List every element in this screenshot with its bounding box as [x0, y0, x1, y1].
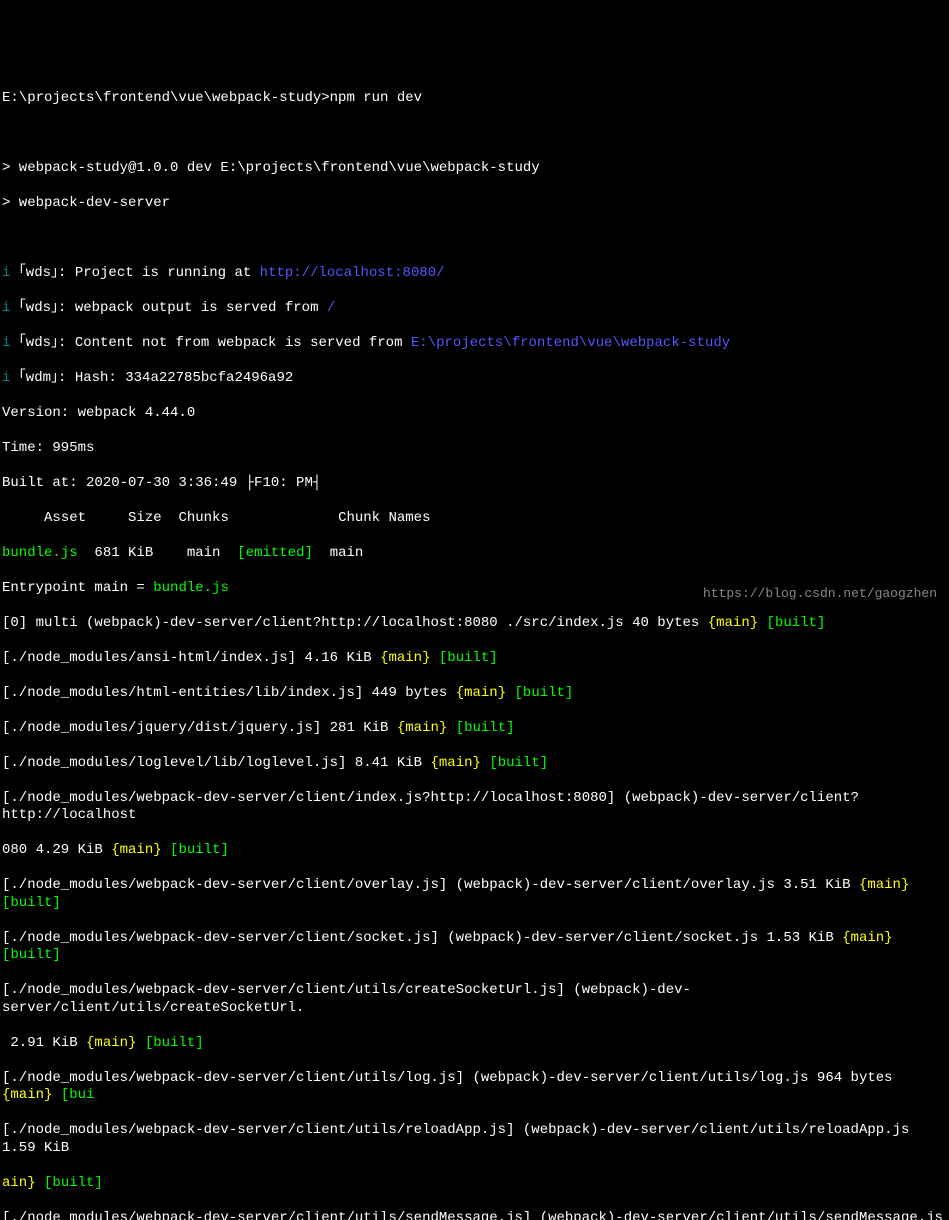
module-line: [./node_modules/jquery/dist/jquery.js] 2…: [2, 720, 947, 738]
server-url[interactable]: http://localhost:8080/: [260, 265, 445, 281]
wds-line: i ｢wds｣: Content not from webpack is ser…: [2, 335, 947, 353]
wds-line: i ｢wds｣: Project is running at http://lo…: [2, 265, 947, 283]
module-line: [./node_modules/webpack-dev-server/clien…: [2, 877, 947, 912]
watermark: https://blog.csdn.net/gaogzhen: [703, 586, 937, 602]
module-line: [./node_modules/webpack-dev-server/clien…: [2, 982, 947, 1017]
prompt-line: E:\projects\frontend\vue\webpack-study>n…: [2, 90, 947, 108]
module-line: [./node_modules/webpack-dev-server/clien…: [2, 1210, 947, 1220]
time-line: Time: 995ms: [2, 440, 947, 458]
module-line: [./node_modules/webpack-dev-server/clien…: [2, 1122, 947, 1157]
wdm-hash-line: i ｢wdm｣: Hash: 334a22785bcfa2496a92: [2, 370, 947, 388]
built-at-line: Built at: 2020-07-30 3:36:49 ├F10: PM┤: [2, 475, 947, 493]
blank-line: [2, 230, 947, 248]
module-line: [./node_modules/webpack-dev-server/clien…: [2, 790, 947, 825]
blank-line: [2, 125, 947, 143]
version-line: Version: webpack 4.44.0: [2, 405, 947, 423]
terminal-output: E:\projects\frontend\vue\webpack-study>n…: [2, 72, 947, 1220]
script-line: > webpack-study@1.0.0 dev E:\projects\fr…: [2, 160, 947, 178]
script-line: > webpack-dev-server: [2, 195, 947, 213]
module-line: [./node_modules/ansi-html/index.js] 4.16…: [2, 650, 947, 668]
module-line: [./node_modules/loglevel/lib/loglevel.js…: [2, 755, 947, 773]
module-line: [./node_modules/webpack-dev-server/clien…: [2, 930, 947, 965]
module-line: [./node_modules/html-entities/lib/index.…: [2, 685, 947, 703]
wds-line: i ｢wds｣: webpack output is served from /: [2, 300, 947, 318]
module-line: 080 4.29 KiB {main} [built]: [2, 842, 947, 860]
module-line: [./node_modules/webpack-dev-server/clien…: [2, 1070, 947, 1105]
table-row: bundle.js 681 KiB main [emitted] main: [2, 545, 947, 563]
module-line: ain} [built]: [2, 1175, 947, 1193]
module-line: 2.91 KiB {main} [built]: [2, 1035, 947, 1053]
table-header: Asset Size Chunks Chunk Names: [2, 510, 947, 528]
module-line: [0] multi (webpack)-dev-server/client?ht…: [2, 615, 947, 633]
